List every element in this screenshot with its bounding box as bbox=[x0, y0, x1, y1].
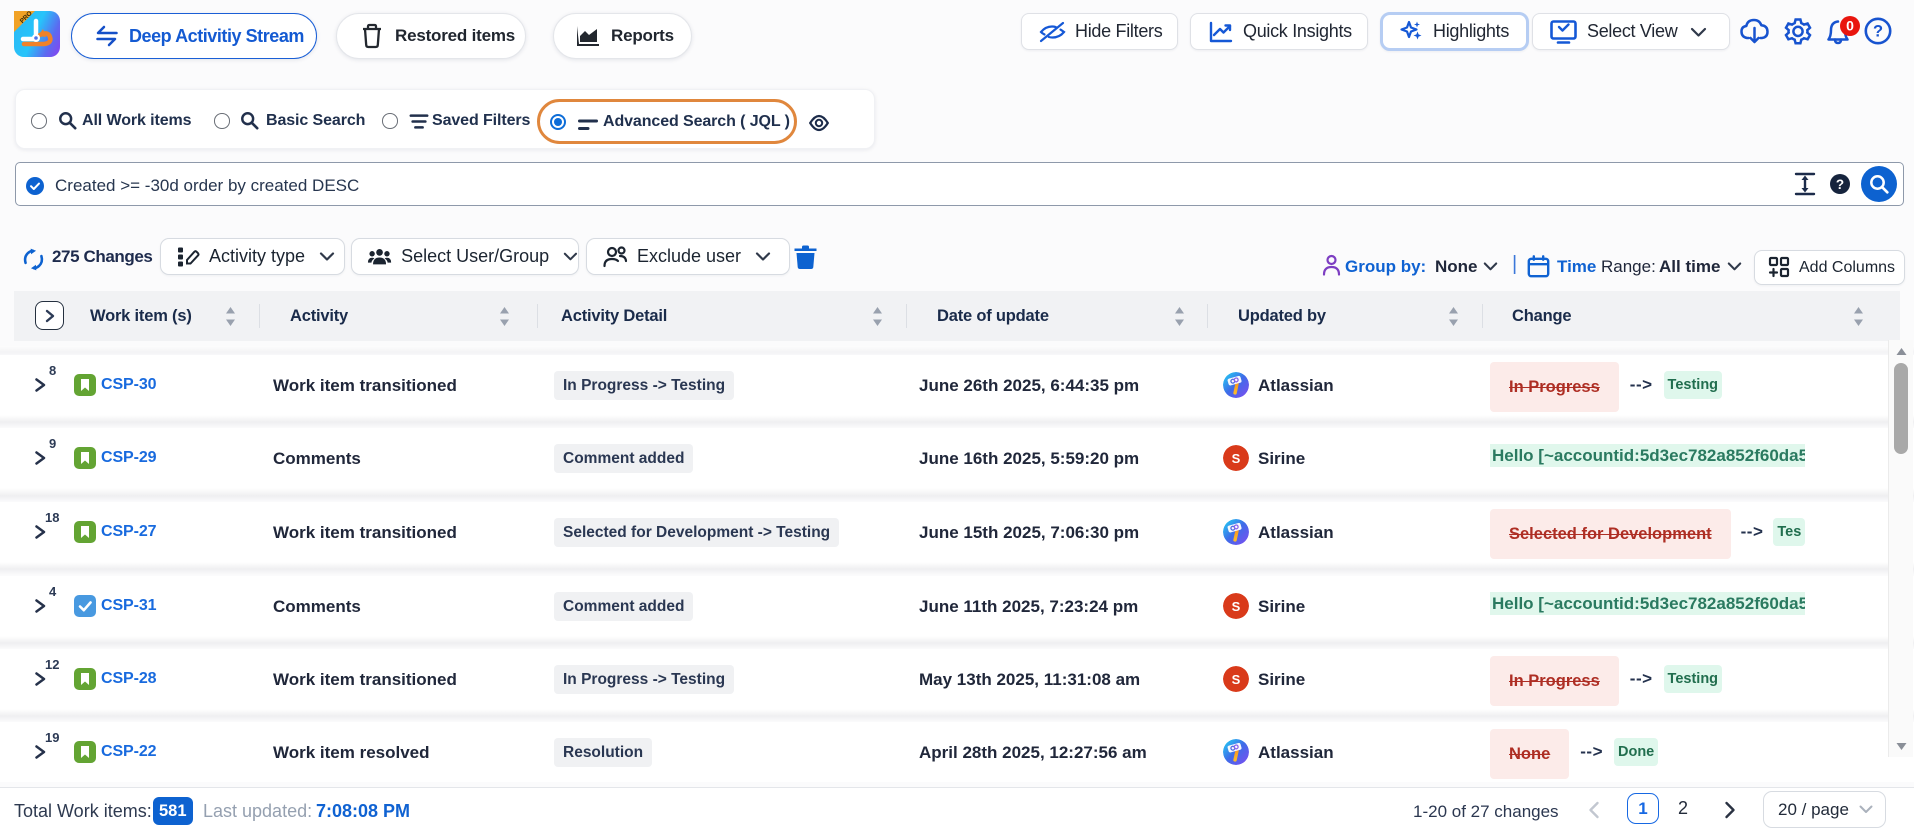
svg-text:0: 0 bbox=[1846, 18, 1854, 34]
svg-text:?: ? bbox=[1873, 23, 1883, 41]
svg-text:?: ? bbox=[1836, 177, 1844, 192]
